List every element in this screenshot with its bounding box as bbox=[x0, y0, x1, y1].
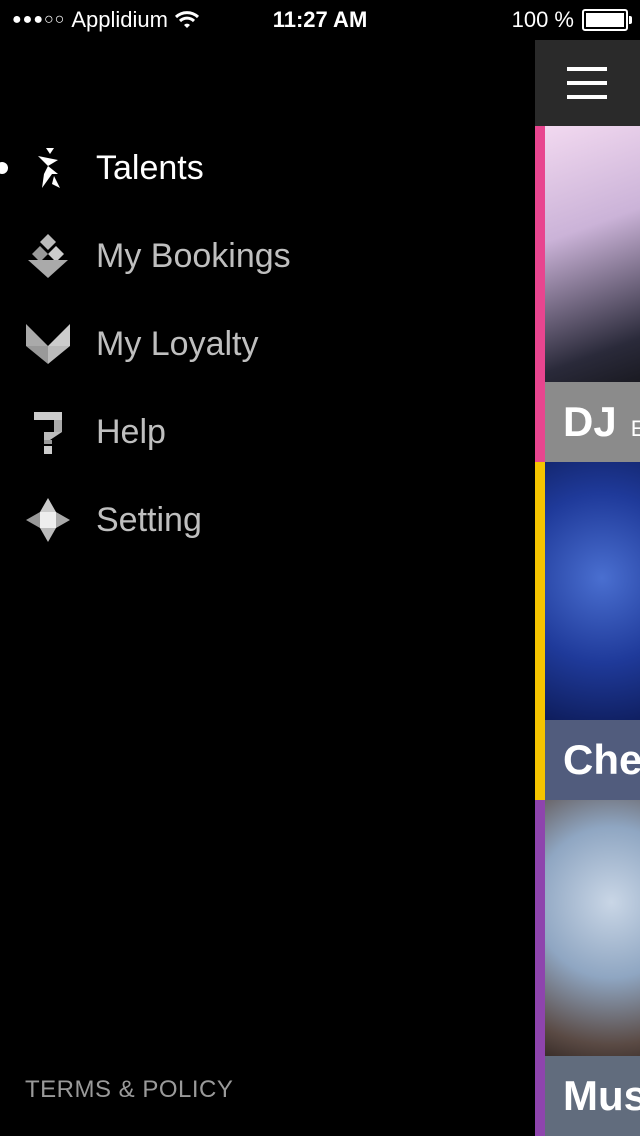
card-accent-stripe bbox=[535, 462, 545, 800]
menu-item-label: My Loyalty bbox=[96, 324, 259, 363]
menu-item-label: My Bookings bbox=[96, 236, 291, 275]
hamburger-icon[interactable] bbox=[567, 67, 607, 99]
menu-item-my-bookings[interactable]: My Bookings bbox=[0, 212, 535, 300]
card-accent-stripe bbox=[535, 800, 545, 1136]
battery-percent: 100 % bbox=[511, 7, 574, 32]
status-bar: ●●●○○ Applidium 11:27 AM 100 % bbox=[0, 0, 640, 40]
menu-item-setting[interactable]: Setting bbox=[0, 476, 535, 564]
nav-bar bbox=[535, 40, 640, 126]
card-title: Mus bbox=[563, 1072, 640, 1119]
loyalty-icon bbox=[26, 324, 70, 364]
menu-item-label: Help bbox=[96, 412, 166, 451]
card-title: Che bbox=[563, 736, 640, 783]
active-indicator bbox=[0, 162, 8, 174]
card-photo bbox=[545, 800, 640, 1056]
setting-icon bbox=[26, 498, 70, 542]
bookings-icon bbox=[28, 234, 68, 278]
battery-status: 100 % bbox=[511, 7, 632, 33]
talents-icon bbox=[38, 148, 60, 188]
menu-item-label: Talents bbox=[96, 148, 204, 187]
card-title: DJ E bbox=[563, 398, 640, 445]
card-photo bbox=[545, 126, 640, 382]
menu-item-talents[interactable]: Talents bbox=[0, 124, 535, 212]
side-menu: Talents My Bookings My Loyalty Help Sett… bbox=[0, 40, 535, 1136]
talent-card-chef[interactable]: Che bbox=[535, 462, 640, 800]
card-photo bbox=[545, 462, 640, 720]
help-icon bbox=[34, 412, 62, 454]
menu-item-label: Setting bbox=[96, 500, 202, 539]
talent-card-dj[interactable]: DJ E bbox=[535, 126, 640, 462]
talent-card-music[interactable]: Mus bbox=[535, 800, 640, 1136]
terms-policy-link[interactable]: TERMS & POLICY bbox=[25, 1076, 233, 1104]
menu-item-my-loyalty[interactable]: My Loyalty bbox=[0, 300, 535, 388]
menu-item-help[interactable]: Help bbox=[0, 388, 535, 476]
main-content-panel[interactable]: DJ E Che Mus bbox=[535, 40, 640, 1136]
battery-icon bbox=[582, 9, 632, 31]
card-accent-stripe bbox=[535, 126, 545, 462]
